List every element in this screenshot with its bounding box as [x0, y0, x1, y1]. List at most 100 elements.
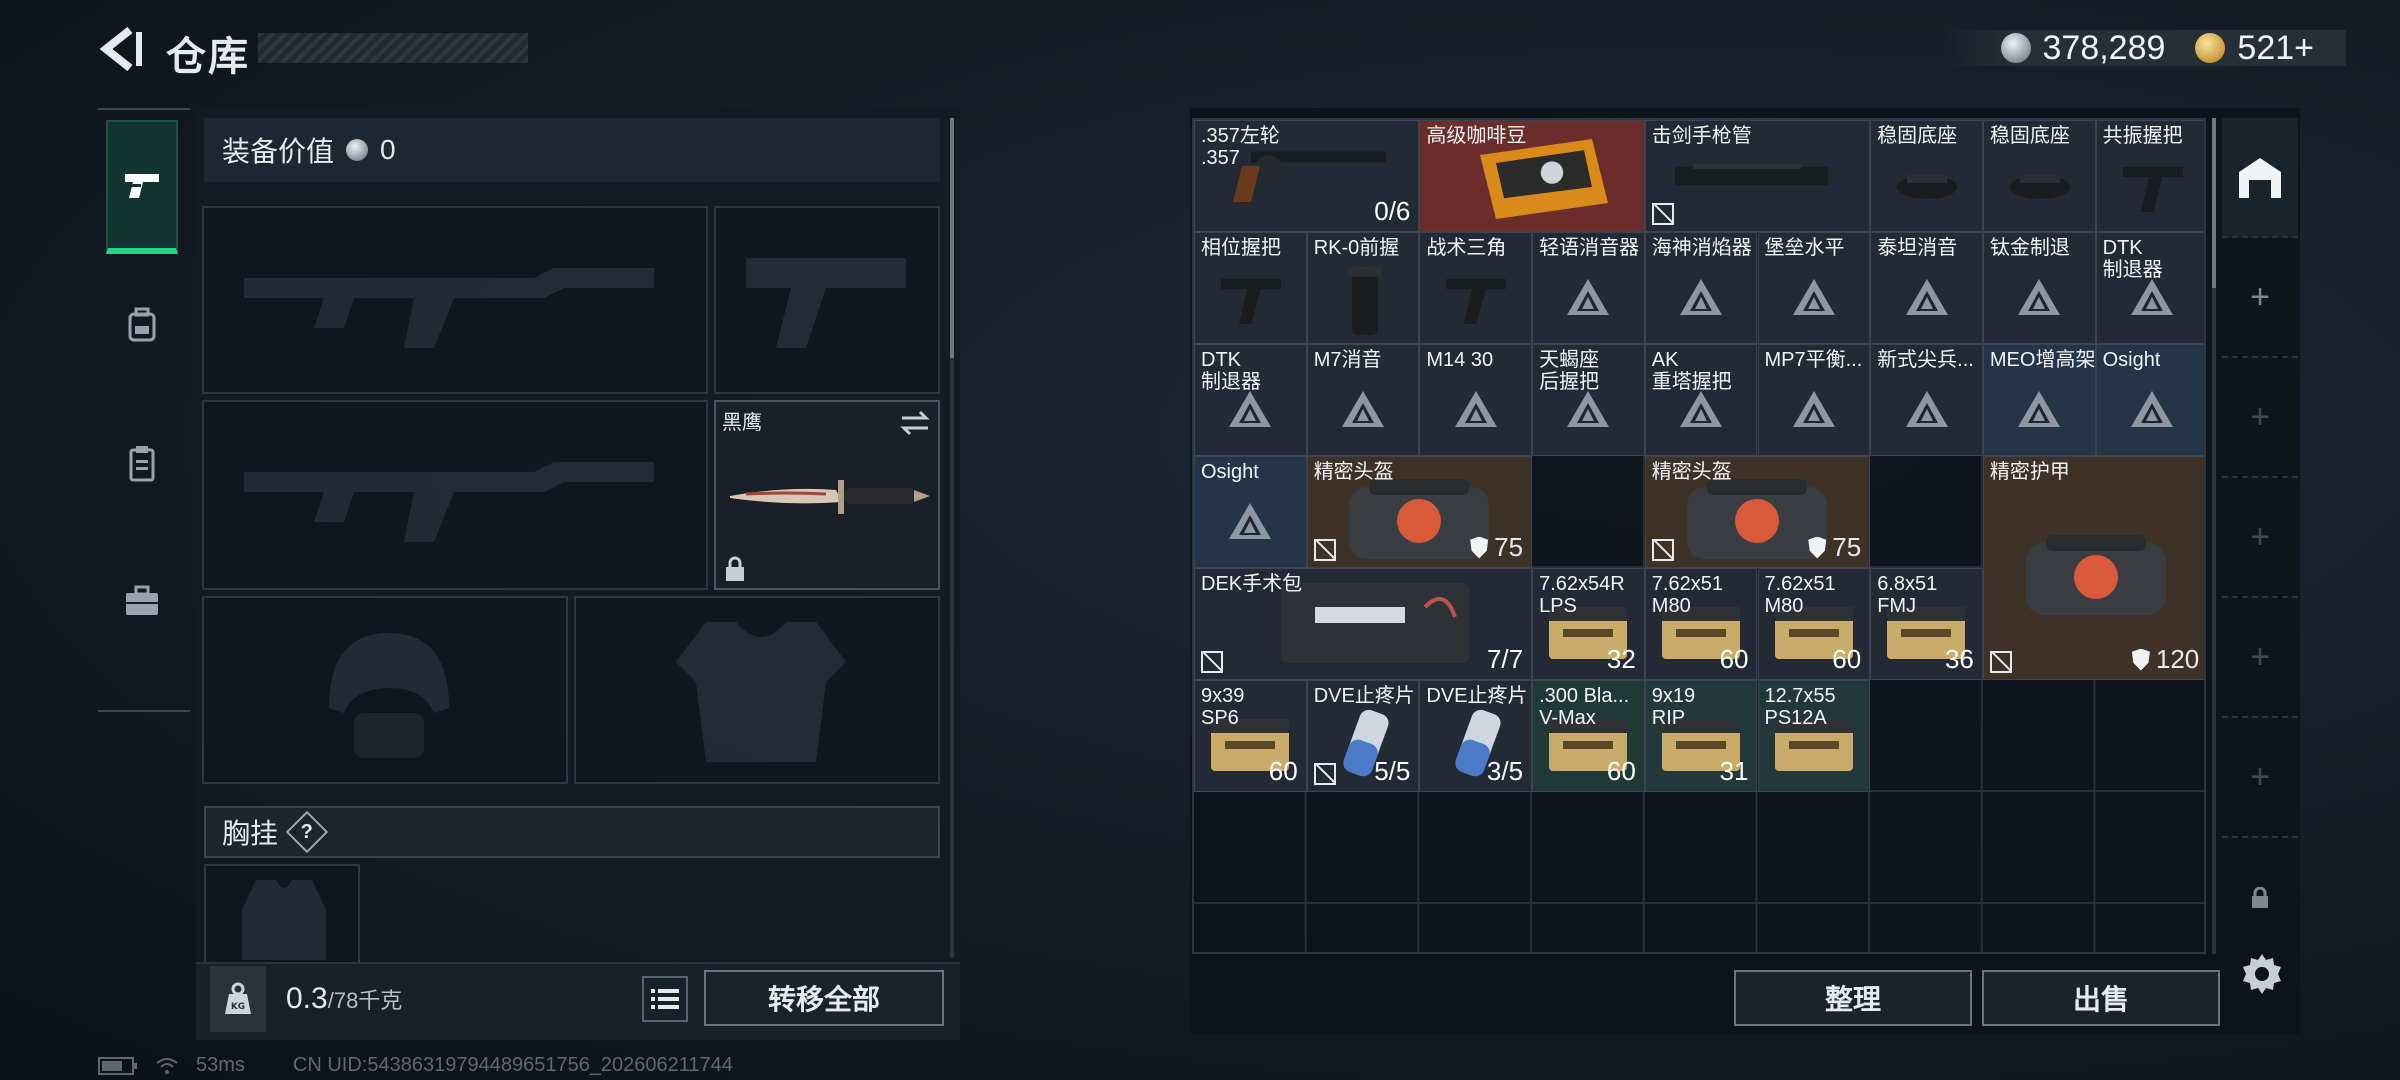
- add-page-button-5[interactable]: +: [2222, 718, 2298, 838]
- item-name: 新式尖兵...: [1877, 349, 1974, 371]
- melee-slot[interactable]: 黑鹰: [714, 400, 940, 590]
- stash-item[interactable]: 钛金制退: [1982, 232, 2096, 344]
- plus-icon: +: [2250, 397, 2270, 436]
- stash-item[interactable]: 7.62x54R LPS 32: [1532, 568, 1645, 680]
- add-page-button-3[interactable]: +: [2222, 478, 2298, 598]
- plus-icon: +: [2250, 637, 2270, 676]
- not-tradable-icon: [1651, 203, 1674, 225]
- stash-item[interactable]: .300 Bla... V-Max 60: [1532, 680, 1645, 792]
- stash-item[interactable]: RK-0前握: [1306, 232, 1420, 344]
- stash-item[interactable]: Osight: [2095, 344, 2204, 456]
- stash-item[interactable]: 稳固底座: [1982, 120, 2096, 232]
- wifi-icon: [156, 1057, 178, 1074]
- add-page-button-1[interactable]: +: [2222, 238, 2298, 358]
- primary-weapon-slot[interactable]: [202, 206, 708, 394]
- stash-item[interactable]: DTK 制退器: [1194, 344, 1307, 456]
- locked-page[interactable]: [2222, 838, 2298, 958]
- settings-button[interactable]: [2240, 952, 2284, 996]
- stash-item[interactable]: 精密护甲 120: [1982, 456, 2204, 680]
- back-arrow-icon: [99, 26, 142, 72]
- stash-item[interactable]: M14 30: [1419, 344, 1533, 456]
- durability-value: 120: [2155, 644, 2200, 674]
- stash-item[interactable]: .357左轮 .357 0/6: [1194, 120, 1420, 232]
- item-count: 60: [1719, 644, 1749, 674]
- weight-max: /78千克: [327, 988, 403, 1013]
- tab-equipment[interactable]: [106, 258, 178, 392]
- list-view-button[interactable]: [642, 976, 688, 1022]
- item-name: M7消音: [1313, 349, 1382, 371]
- stash-item[interactable]: MP7平衡...: [1757, 344, 1871, 456]
- item-name: RK-0前握: [1313, 237, 1400, 259]
- tab-consumables[interactable]: [106, 396, 178, 530]
- second-primary-weapon-slot[interactable]: [202, 400, 708, 590]
- item-name: 击剑手枪管: [1651, 125, 1752, 147]
- add-page-button-2[interactable]: +: [2222, 358, 2298, 478]
- stash-item[interactable]: 9x39 SP6 60: [1194, 680, 1307, 792]
- swap-icon[interactable]: [900, 410, 930, 436]
- gold-amount[interactable]: 521+: [2237, 29, 2314, 68]
- stash-item[interactable]: 天蝎座 后握把: [1532, 344, 1645, 456]
- stash-item[interactable]: 精密头盔 75: [1306, 456, 1533, 568]
- stash-item[interactable]: 堡垒水平: [1757, 232, 1871, 344]
- item-name: 6.8x51 FMJ: [1877, 573, 1938, 617]
- stash-item[interactable]: AK 重塔握把: [1644, 344, 1758, 456]
- transfer-all-button[interactable]: 转移全部: [704, 970, 944, 1026]
- loadout-scrollbar[interactable]: [950, 118, 954, 958]
- armor-slot[interactable]: [574, 596, 940, 784]
- item-count: 31: [1719, 756, 1749, 786]
- tab-collectibles[interactable]: [106, 534, 178, 668]
- stash-item[interactable]: 精密头盔 75: [1644, 456, 1871, 568]
- item-durability: 120: [2131, 644, 2200, 675]
- help-icon[interactable]: ?: [285, 810, 329, 854]
- item-name: 12.7x55 PS12A: [1764, 685, 1836, 729]
- stash-item[interactable]: 7.62x51 M80 60: [1644, 568, 1758, 680]
- not-tradable-icon: [1201, 651, 1223, 673]
- stash-item[interactable]: 轻语消音器: [1532, 232, 1645, 344]
- item-name: DEK手术包: [1201, 573, 1303, 595]
- stash-item[interactable]: 高级咖啡豆: [1419, 120, 1645, 232]
- stash-item[interactable]: DVE止疼片 3/5: [1419, 680, 1533, 792]
- stash-item[interactable]: 泰坦消音: [1870, 232, 1983, 344]
- stash-item[interactable]: 相位握把: [1194, 232, 1307, 344]
- stash-item[interactable]: DEK手术包 7/7: [1194, 568, 1533, 680]
- stash-scrollbar[interactable]: [2212, 118, 2216, 954]
- shield-icon: [1808, 536, 1827, 559]
- weight-readout: 0.3/78千克: [286, 982, 402, 1016]
- gold-coin-icon: [2195, 33, 2226, 63]
- item-count: 60: [1268, 756, 1298, 786]
- rifle-silhouette-icon: [244, 268, 654, 348]
- stash-item[interactable]: 海神消焰器: [1644, 232, 1758, 344]
- stash-item[interactable]: 9x19 RIP 31: [1644, 680, 1758, 792]
- stash-item[interactable]: DVE止疼片 5/5: [1306, 680, 1420, 792]
- chest-rig-slot[interactable]: [204, 864, 360, 964]
- back-button[interactable]: [96, 24, 144, 74]
- equipment-value-label: 装备价值: [222, 136, 335, 167]
- stash-item[interactable]: MEO增高架: [1982, 344, 2096, 456]
- helmet-slot[interactable]: [202, 596, 568, 784]
- stash-item[interactable]: 战术三角: [1419, 232, 1533, 344]
- item-count: 60: [1832, 644, 1862, 674]
- tab-weapons[interactable]: [106, 120, 178, 254]
- sell-button[interactable]: 出售: [1982, 970, 2220, 1026]
- stash-item[interactable]: 稳固底座: [1870, 120, 1983, 232]
- gear-icon: [2243, 954, 2281, 994]
- stash-grid: .357左轮 .357 0/6 高级咖啡豆 击剑手枪管 稳固底座 稳固底座 共振握把 相位握把…: [1192, 118, 2206, 954]
- stash-item[interactable]: 6.8x51 FMJ 36: [1870, 568, 1983, 680]
- stash-item[interactable]: Osight: [1194, 456, 1307, 568]
- stash-item[interactable]: 击剑手枪管: [1644, 120, 1871, 232]
- stash-page-main[interactable]: [2222, 118, 2298, 238]
- add-page-button-4[interactable]: +: [2222, 598, 2298, 718]
- stash-item[interactable]: 12.7x55 PS12A: [1757, 680, 1871, 792]
- chest-rig-label: 胸挂: [222, 818, 279, 849]
- item-name: 钛金制退: [1989, 237, 2070, 259]
- item-name: 9x19 RIP: [1651, 685, 1696, 729]
- stash-item[interactable]: 7.62x51 M80 60: [1757, 568, 1871, 680]
- item-name: 轻语消音器: [1539, 237, 1640, 259]
- stash-item[interactable]: M7消音: [1306, 344, 1420, 456]
- silver-coin-icon: [2000, 33, 2031, 63]
- stash-item[interactable]: DTK 制退器: [2095, 232, 2204, 344]
- stash-item[interactable]: 新式尖兵...: [1870, 344, 1983, 456]
- sort-button[interactable]: 整理: [1734, 970, 1972, 1026]
- stash-item[interactable]: 共振握把: [2095, 120, 2204, 232]
- secondary-weapon-slot[interactable]: [714, 206, 940, 394]
